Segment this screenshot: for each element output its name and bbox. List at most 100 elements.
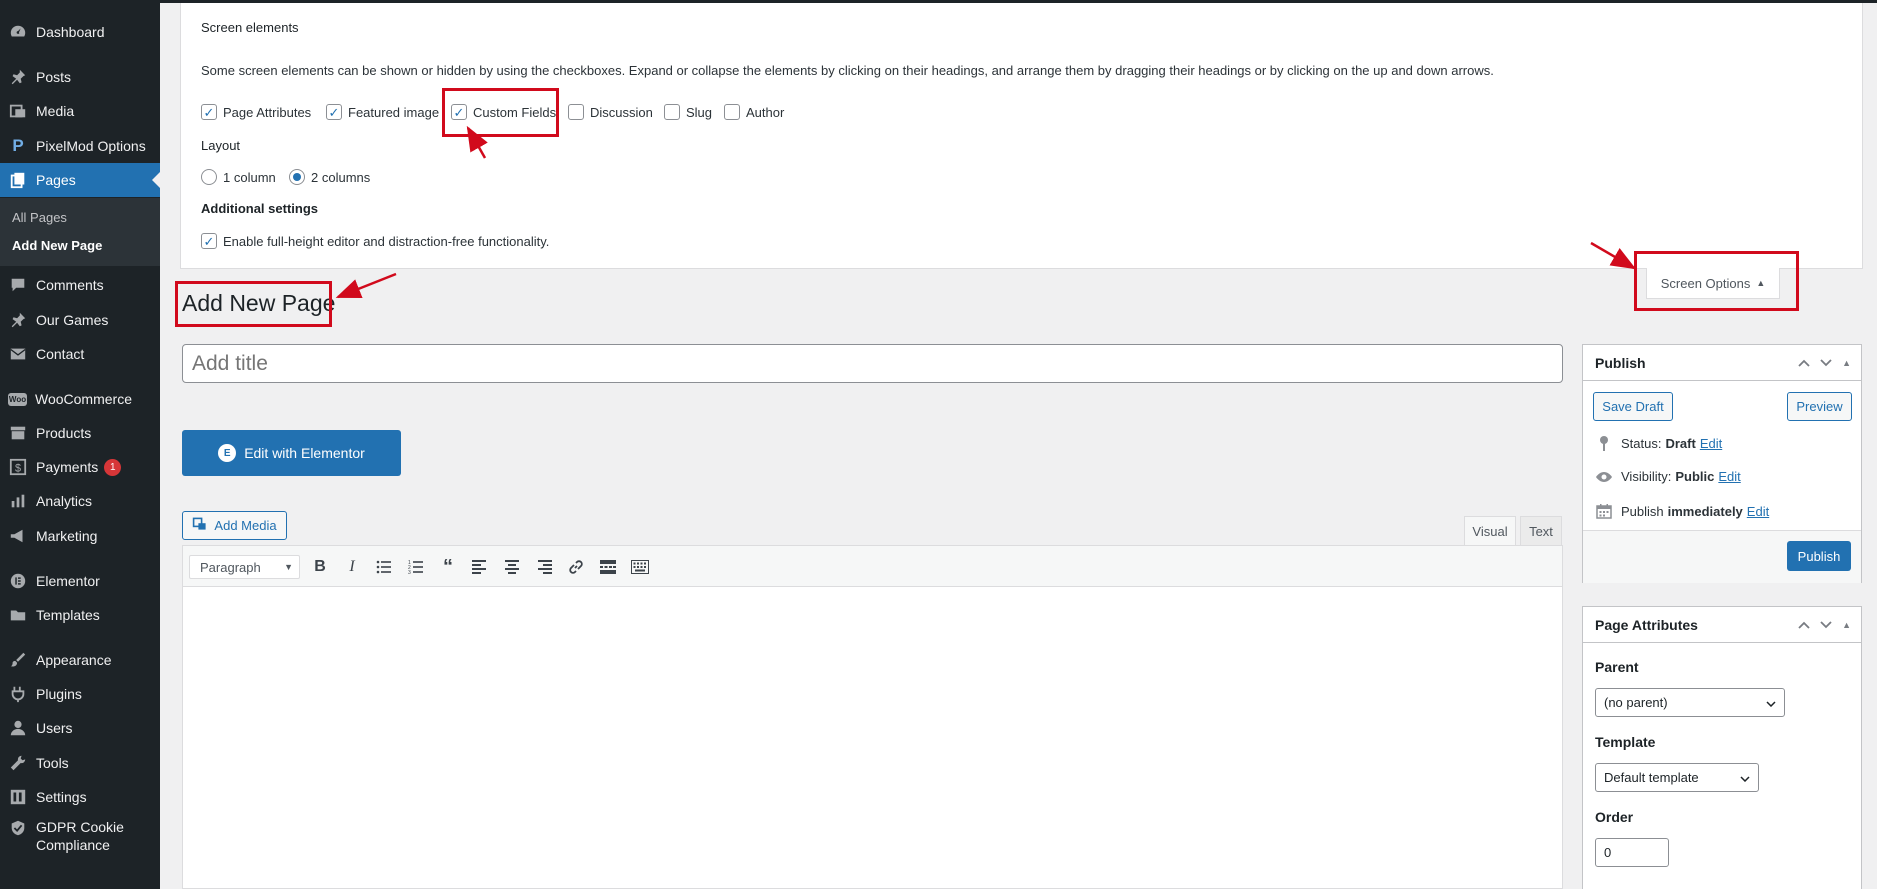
checkbox[interactable] — [568, 104, 584, 120]
layout-1-column[interactable]: 1 column — [201, 169, 276, 185]
toolbar-toggle-icon[interactable] — [628, 555, 652, 579]
toggle-slug[interactable]: Slug — [664, 104, 712, 120]
align-left-icon[interactable] — [468, 555, 492, 579]
checkbox[interactable]: ✓ — [201, 233, 217, 249]
checkbox[interactable]: ✓ — [201, 104, 217, 120]
blockquote-icon[interactable]: “ — [436, 555, 460, 579]
menu-tools[interactable]: Tools — [0, 746, 160, 780]
menu-media[interactable]: Media — [0, 94, 160, 128]
chevron-up-icon[interactable] — [1798, 618, 1810, 632]
highlight-custom-fields — [442, 88, 559, 137]
edit-status-link[interactable]: Edit — [1700, 436, 1722, 451]
menu-plugins[interactable]: Plugins — [0, 677, 160, 711]
archive-icon — [8, 423, 28, 443]
toggle-page-attributes[interactable]: ✓ Page Attributes — [201, 104, 311, 120]
layout-2-columns[interactable]: 2 columns — [289, 169, 370, 185]
menu-label: Payments — [36, 459, 99, 475]
bullet-list-icon[interactable] — [372, 555, 396, 579]
menu-label: Comments — [36, 277, 104, 293]
submenu-add-new-page[interactable]: Add New Page — [12, 238, 102, 253]
admin-sidebar: Dashboard Posts Media P PixelMod Options… — [0, 0, 160, 889]
payments-count-badge: 1 — [104, 458, 122, 476]
menu-label: Media — [36, 103, 75, 119]
menu-contact[interactable]: Contact — [0, 337, 160, 371]
menu-elementor[interactable]: Elementor — [0, 564, 160, 598]
menu-payments[interactable]: $ Payments 1 — [0, 450, 160, 484]
edit-date-link[interactable]: Edit — [1747, 504, 1769, 519]
preview-button[interactable]: Preview — [1787, 392, 1852, 421]
menu-woocommerce[interactable]: Woo WooCommerce — [0, 382, 160, 416]
menu-label: Pages — [36, 172, 76, 188]
toggle-full-height-editor[interactable]: ✓ Enable full-height editor and distracti… — [201, 233, 549, 249]
numbered-list-icon[interactable]: 123 — [404, 555, 428, 579]
menu-label: Contact — [36, 346, 85, 362]
elementor-icon: E — [218, 444, 237, 462]
add-media-button[interactable]: Add Media — [182, 511, 287, 540]
menu-settings[interactable]: Settings — [0, 780, 160, 814]
menu-label: Templates — [36, 607, 100, 623]
bar-chart-icon — [8, 491, 28, 511]
chevron-up-icon[interactable] — [1798, 356, 1810, 370]
menu-analytics[interactable]: Analytics — [0, 484, 160, 518]
submenu-all-pages[interactable]: All Pages — [12, 210, 67, 225]
layout-heading: Layout — [201, 138, 241, 153]
checkbox-label: Author — [746, 104, 785, 120]
checkbox[interactable]: ✓ — [326, 104, 342, 120]
order-input[interactable]: 0 — [1595, 838, 1669, 867]
menu-our-games[interactable]: Our Games — [0, 303, 160, 337]
tab-visual[interactable]: Visual — [1464, 516, 1516, 546]
checkbox[interactable] — [724, 104, 740, 120]
media-icon — [192, 516, 208, 535]
page-attributes-header[interactable]: Page Attributes ▲ — [1583, 607, 1861, 643]
publish-button[interactable]: Publish — [1787, 541, 1851, 571]
italic-icon[interactable]: I — [340, 555, 364, 579]
toggle-discussion[interactable]: Discussion — [568, 104, 653, 120]
calendar-icon — [1595, 503, 1613, 519]
menu-label: GDPR Cookie — [36, 819, 124, 835]
checkbox-label: Featured image — [348, 104, 440, 120]
menu-products[interactable]: Products — [0, 416, 160, 450]
menu-templates[interactable]: Templates — [0, 598, 160, 632]
menu-gdpr-cookie[interactable]: GDPR Cookie Compliance — [0, 818, 160, 858]
chevron-down-icon: ▼ — [284, 562, 293, 572]
screen-elements-heading: Screen elements — [201, 20, 299, 35]
checkbox[interactable] — [664, 104, 680, 120]
save-draft-button[interactable]: Save Draft — [1593, 392, 1673, 421]
menu-label: Tools — [36, 755, 69, 771]
edit-visibility-link[interactable]: Edit — [1718, 469, 1740, 484]
chevron-down-icon[interactable] — [1820, 618, 1832, 632]
menu-dashboard[interactable]: Dashboard — [0, 15, 160, 49]
radio[interactable] — [201, 169, 217, 185]
publish-box-header[interactable]: Publish ▲ — [1583, 345, 1861, 381]
brush-icon — [8, 650, 28, 670]
publish-box-title: Publish — [1595, 354, 1646, 371]
post-title-input[interactable] — [182, 344, 1563, 383]
menu-comments[interactable]: Comments — [0, 268, 160, 302]
format-select[interactable]: Paragraph ▼ — [189, 555, 300, 579]
folder-icon — [8, 605, 28, 625]
menu-pixelmod-options[interactable]: P PixelMod Options — [0, 129, 160, 163]
content-editor[interactable]: Paragraph ▼ B I 123 “ — [182, 545, 1563, 889]
link-icon[interactable] — [564, 555, 588, 579]
toggle-featured-image[interactable]: ✓ Featured image — [326, 104, 439, 120]
bold-icon[interactable]: B — [308, 555, 332, 579]
collapse-caret-icon[interactable]: ▲ — [1842, 358, 1851, 368]
edit-with-elementor-button[interactable]: E Edit with Elementor — [182, 430, 401, 476]
template-select[interactable]: Default template — [1595, 763, 1759, 792]
publish-label: Publish — [1621, 503, 1664, 519]
menu-marketing[interactable]: Marketing — [0, 519, 160, 553]
read-more-icon[interactable] — [596, 555, 620, 579]
menu-appearance[interactable]: Appearance — [0, 643, 160, 677]
toggle-author[interactable]: Author — [724, 104, 784, 120]
tab-text[interactable]: Text — [1520, 516, 1562, 546]
chevron-down-icon[interactable] — [1820, 356, 1832, 370]
parent-select[interactable]: (no parent) — [1595, 688, 1785, 717]
radio[interactable] — [289, 169, 305, 185]
menu-users[interactable]: Users — [0, 711, 160, 745]
menu-pages[interactable]: Pages — [0, 163, 160, 197]
menu-posts[interactable]: Posts — [0, 60, 160, 94]
align-right-icon[interactable] — [532, 555, 556, 579]
align-center-icon[interactable] — [500, 555, 524, 579]
pin-icon — [1595, 435, 1613, 451]
collapse-caret-icon[interactable]: ▲ — [1842, 620, 1851, 630]
